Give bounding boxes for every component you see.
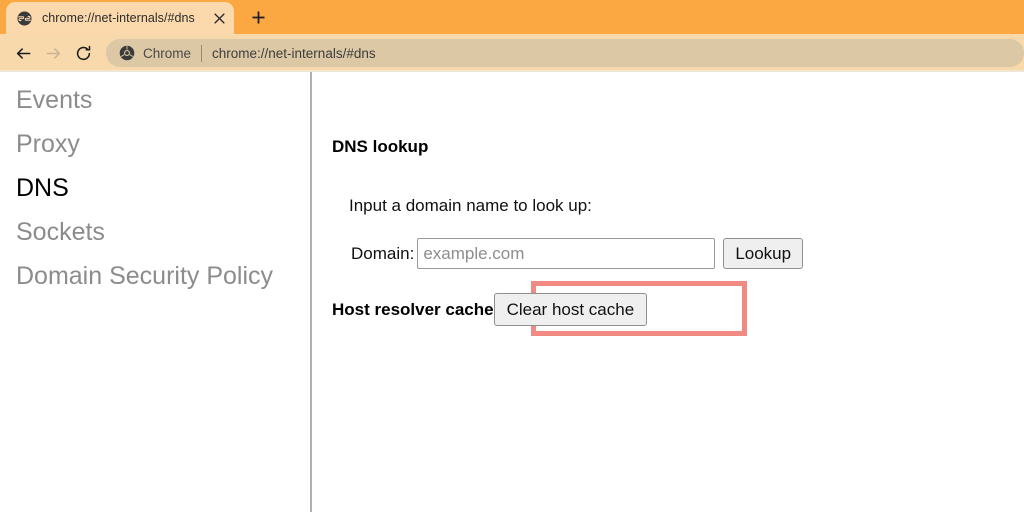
omnibox-separator <box>201 44 203 62</box>
dns-panel: DNS lookup Input a domain name to look u… <box>312 72 1024 512</box>
net-internals-sidebar: Events Proxy DNS Sockets Domain Security… <box>0 72 312 512</box>
host-resolver-cache-row: Host resolver cache Clear host cache <box>332 281 1024 336</box>
page-title: DNS lookup <box>332 137 429 156</box>
sidebar-item-sockets[interactable]: Sockets <box>0 210 310 254</box>
globe-icon <box>16 10 33 27</box>
lookup-prompt: Input a domain name to look up: <box>349 196 592 215</box>
domain-input[interactable] <box>417 238 716 269</box>
new-tab-button[interactable] <box>243 2 273 32</box>
address-bar[interactable]: Chrome chrome://net-internals/#dns <box>106 39 1024 67</box>
omnibox-url-text: chrome://net-internals/#dns <box>212 45 376 61</box>
page-viewport: Events Proxy DNS Sockets Domain Security… <box>0 72 1024 512</box>
host-resolver-cache-label: Host resolver cache <box>332 299 494 319</box>
tab-title: chrome://net-internals/#dns <box>42 11 195 25</box>
sidebar-item-proxy[interactable]: Proxy <box>0 122 310 166</box>
lookup-button[interactable]: Lookup <box>723 238 804 269</box>
back-button[interactable] <box>8 38 38 68</box>
close-icon[interactable] <box>210 9 228 27</box>
clear-host-cache-button[interactable]: Clear host cache <box>493 293 648 326</box>
forward-button[interactable] <box>38 38 68 68</box>
browser-tab-active[interactable]: chrome://net-internals/#dns <box>6 2 234 34</box>
sidebar-item-events[interactable]: Events <box>0 78 310 122</box>
browser-toolbar: Chrome chrome://net-internals/#dns <box>0 34 1024 72</box>
chrome-logo-icon <box>118 45 135 62</box>
omnibox-chip-label: Chrome <box>143 45 192 61</box>
sidebar-item-dns[interactable]: DNS <box>0 166 310 210</box>
domain-label: Domain: <box>351 243 415 263</box>
sidebar-item-domain-security-policy[interactable]: Domain Security Policy <box>0 254 310 298</box>
browser-window: chrome://net-internals/#dns Chrome chrom… <box>0 0 1024 512</box>
domain-lookup-row: Domain: Lookup <box>351 238 1024 269</box>
tab-strip: chrome://net-internals/#dns <box>0 0 1024 34</box>
reload-button[interactable] <box>68 38 98 68</box>
